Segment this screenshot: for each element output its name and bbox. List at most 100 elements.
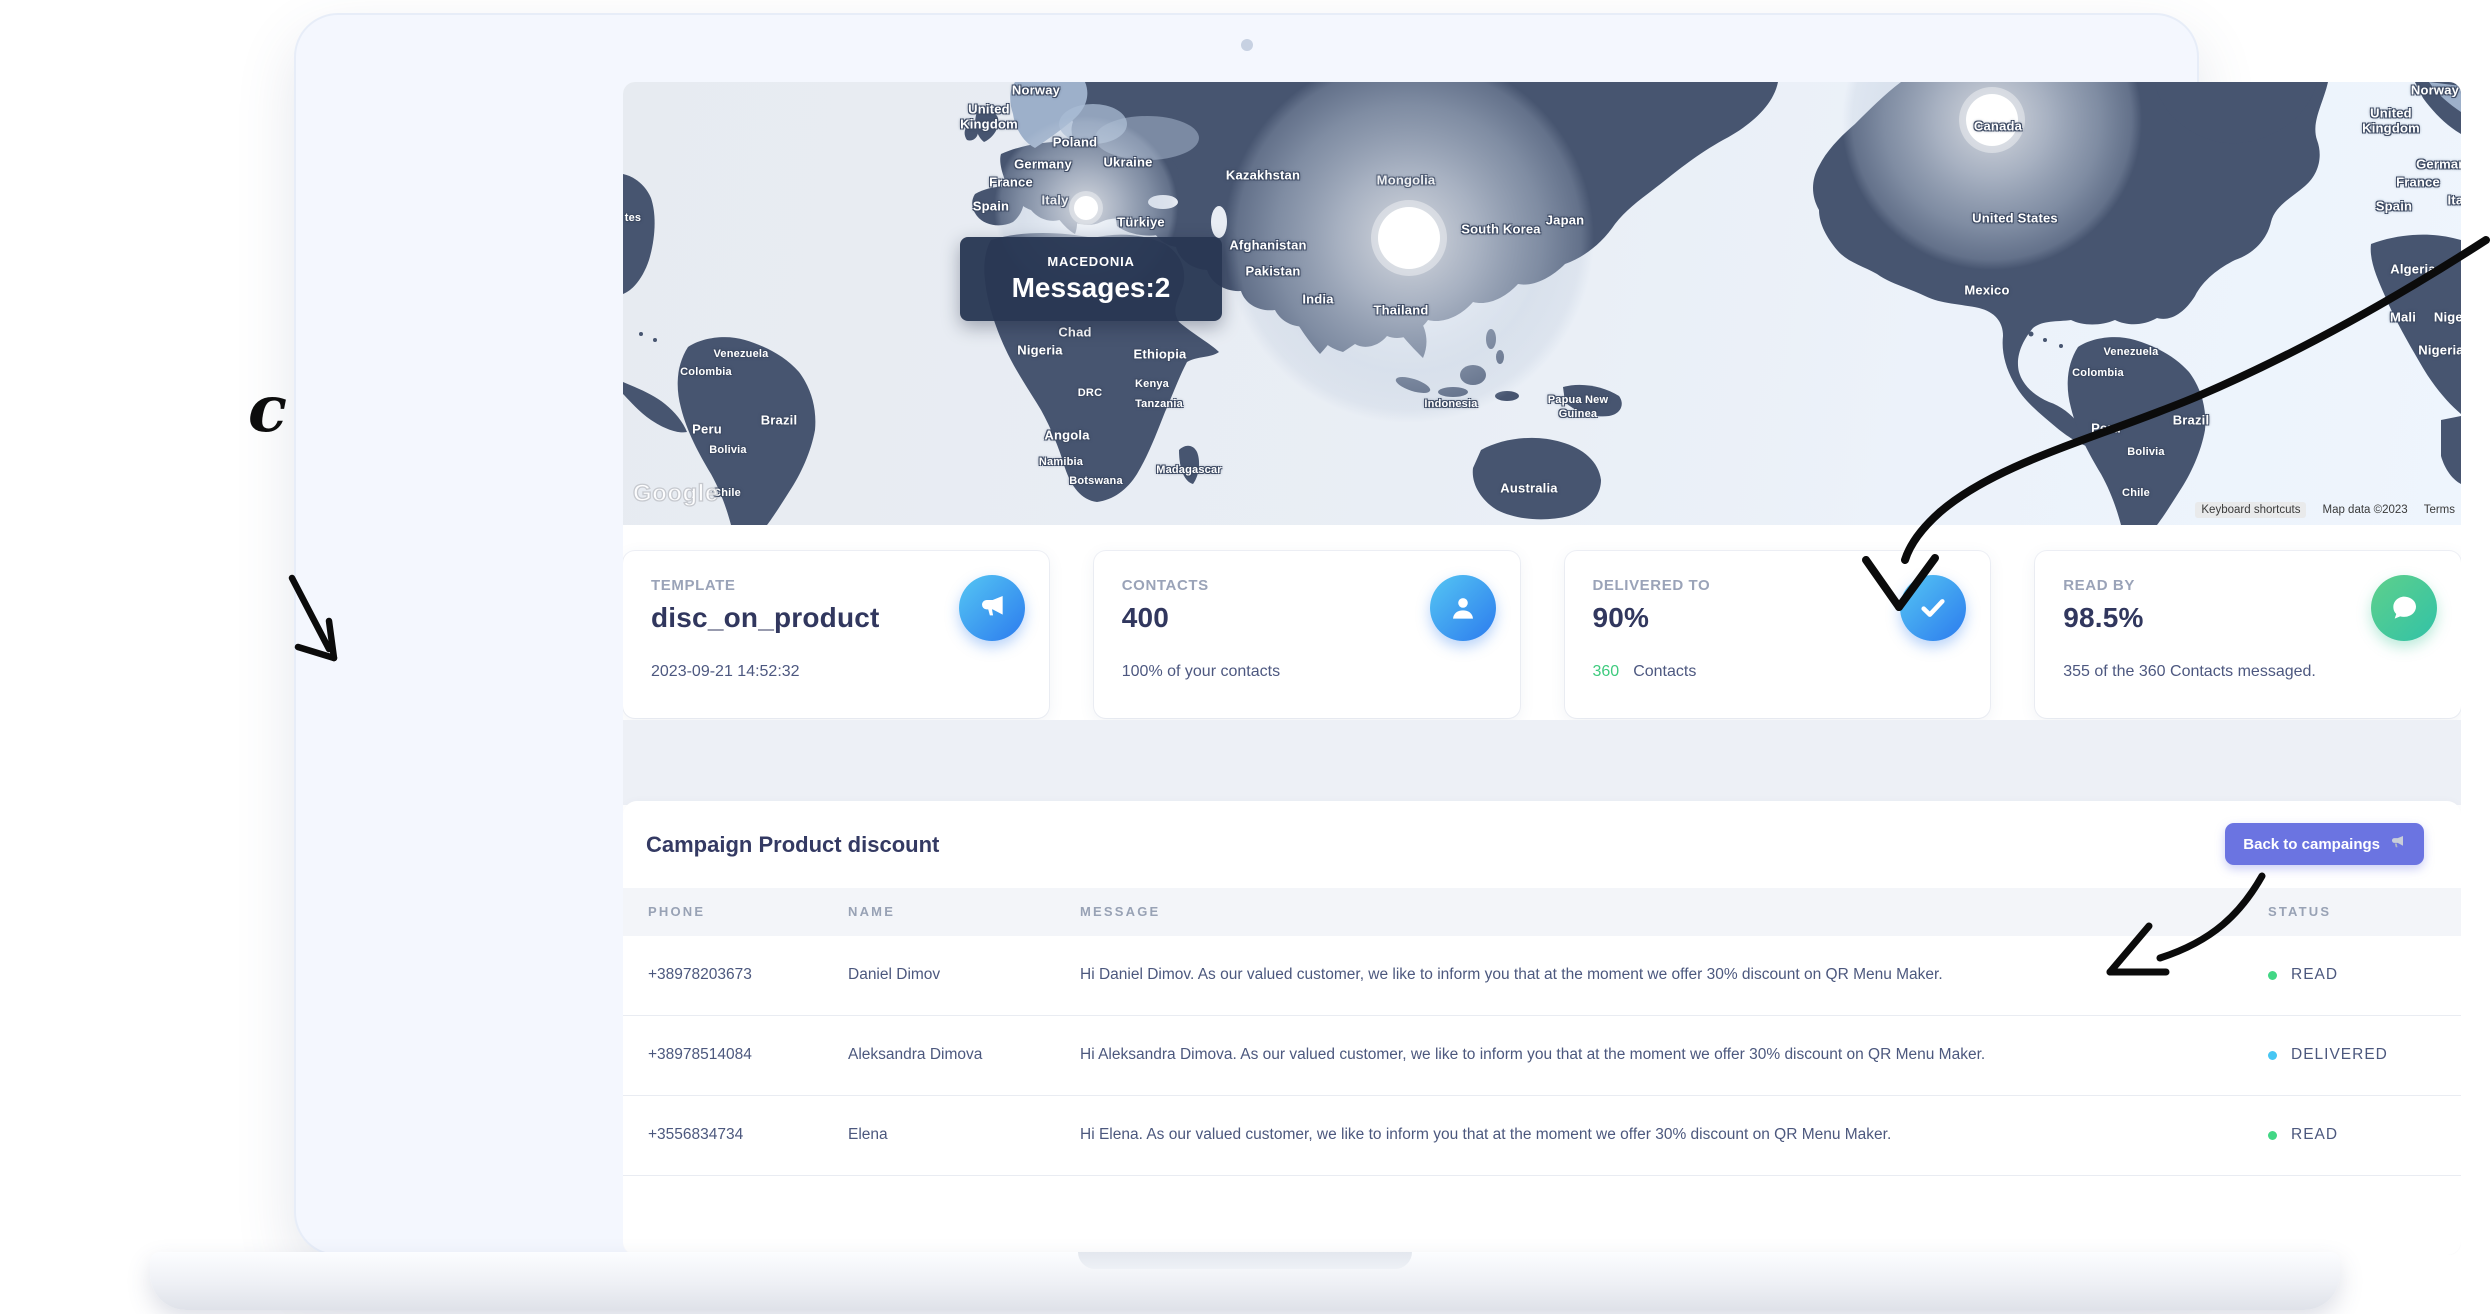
webcam-dot — [1241, 39, 1253, 51]
map-country-label: Japan — [1546, 213, 1585, 228]
cell-message: Hi Elena. As our valued customer, we lik… — [1080, 1126, 1891, 1144]
stat-subtext: 2023-09-21 14:52:32 — [651, 663, 800, 681]
handwritten-letter: c — [248, 372, 287, 447]
status-text: DELIVERED — [2291, 1046, 2388, 1064]
cell-phone: +38978203673 — [648, 966, 752, 984]
campaign-title: Campaign Product discount — [646, 832, 939, 858]
cell-message: Hi Daniel Dimov. As our valued customer,… — [1080, 966, 1943, 984]
cell-status: READ — [2268, 966, 2338, 984]
map-country-label: Kenya — [1135, 378, 1169, 390]
column-header-message: MESSAGE — [1080, 904, 1160, 919]
map-country-label: Mongolia — [1377, 173, 1436, 188]
cell-message: Hi Aleksandra Dimova. As our valued cust… — [1080, 1046, 1985, 1064]
status-text: READ — [2291, 1126, 2338, 1144]
map-country-label: Chad — [1058, 325, 1091, 340]
china-marker-dot[interactable] — [1378, 207, 1440, 269]
google-logo: Google — [633, 480, 719, 508]
map-country-label: Tanzania — [1135, 398, 1183, 410]
dashboard-screen: NorwayUnitedKingdomPolandGermanyUkraineF… — [623, 82, 2461, 1255]
map-country-label: Peru — [2091, 421, 2121, 436]
map-country-label: Spain — [973, 199, 1009, 214]
map-country-label: Peru — [692, 422, 722, 437]
check-icon — [1900, 575, 1966, 641]
column-header-name: NAME — [848, 904, 895, 919]
map-country-label: Ethiopia — [1134, 347, 1187, 362]
stat-card-contacts: CONTACTS 400 100% of your contacts — [1094, 551, 1520, 718]
map-country-label: Afghanistan — [1229, 238, 1306, 253]
stat-cards-row: TEMPLATE disc_on_product 2023-09-21 14:5… — [623, 551, 2461, 718]
laptop-base-notch — [1078, 1252, 1412, 1269]
map-attribution: Keyboard shortcuts Map data ©2023 Terms — [2195, 502, 2455, 518]
delivered-count: 360 — [1593, 663, 1620, 680]
map-country-label: United — [968, 102, 1010, 117]
map-country-label: Italy — [2447, 193, 2461, 208]
map-data-copyright: Map data ©2023 — [2322, 504, 2407, 516]
map-country-label: Venezuela — [2104, 346, 2159, 358]
campaign-header: Campaign Product discount Back to campai… — [623, 801, 2461, 888]
table-header-row: PHONE NAME MESSAGE STATUS — [623, 888, 2461, 936]
cell-status: READ — [2268, 1126, 2338, 1144]
cell-name: Elena — [848, 1126, 888, 1144]
map-country-label: Spain — [2376, 199, 2412, 214]
world-map[interactable]: NorwayUnitedKingdomPolandGermanyUkraineF… — [623, 82, 2461, 525]
laptop-frame: NorwayUnitedKingdomPolandGermanyUkraineF… — [294, 13, 2199, 1256]
table-row: +3556834734 Elena Hi Elena. As our value… — [623, 1096, 2461, 1176]
map-country-label: Madagascar — [1156, 464, 1222, 476]
map-tooltip: MACEDONIA Messages:2 — [960, 237, 1222, 321]
map-country-label: Bolivia — [2127, 446, 2164, 458]
map-country-label: Botswana — [1069, 475, 1123, 487]
cell-phone: +3556834734 — [648, 1126, 743, 1144]
campaign-panel: Campaign Product discount Back to campai… — [623, 801, 2461, 1255]
cell-name: Daniel Dimov — [848, 966, 940, 984]
cell-phone: +38978514084 — [648, 1046, 752, 1064]
map-country-label: Canada — [1974, 119, 2022, 134]
stat-card-template: TEMPLATE disc_on_product 2023-09-21 14:5… — [623, 551, 1049, 718]
keyboard-shortcuts-link[interactable]: Keyboard shortcuts — [2195, 502, 2306, 518]
map-country-label: DRC — [1078, 387, 1102, 399]
chat-bubble-icon — [2371, 575, 2437, 641]
map-country-label: Brazil — [761, 413, 798, 428]
map-country-label: Namibia — [1039, 456, 1083, 468]
map-country-label: Kingdom — [2362, 121, 2420, 136]
map-country-label: France — [989, 175, 1033, 190]
map-country-label: Bolivia — [709, 444, 746, 456]
map-country-label: Kazakhstan — [1226, 168, 1300, 183]
map-country-label: Ukraine — [1103, 155, 1152, 170]
map-country-label: tes — [625, 212, 642, 224]
stat-subtext: 355 of the 360 Contacts messaged. — [2063, 663, 2316, 681]
map-country-label: Nigeria — [1017, 343, 1062, 358]
map-country-label: Algeria — [2390, 262, 2435, 277]
map-country-label: Germany — [2416, 157, 2461, 172]
map-country-label: Norway — [2411, 83, 2459, 98]
map-country-label: Indonesia — [1424, 398, 1477, 410]
stat-card-delivered: DELIVERED TO 90% 360Contacts — [1565, 551, 1991, 718]
map-country-label: Venezuela — [714, 348, 769, 360]
section-divider-band — [623, 720, 2461, 805]
map-country-label: Mali — [2390, 310, 2416, 325]
table-row: +38978514084 Aleksandra Dimova Hi Aleksa… — [623, 1016, 2461, 1096]
delivered-label: Contacts — [1633, 663, 1696, 680]
status-text: READ — [2291, 966, 2338, 984]
terms-link[interactable]: Terms — [2424, 504, 2455, 516]
tooltip-country: MACEDONIA — [1047, 254, 1134, 269]
cell-name: Aleksandra Dimova — [848, 1046, 982, 1064]
status-dot — [2268, 971, 2277, 980]
status-dot — [2268, 1131, 2277, 1140]
megaphone-emoji-icon — [2388, 833, 2406, 855]
map-country-label: Chile — [2122, 487, 2150, 499]
column-header-status: STATUS — [2268, 904, 2331, 919]
map-country-label: Nigeria — [2418, 343, 2461, 358]
map-country-label: United States — [1972, 211, 2058, 226]
cell-status: DELIVERED — [2268, 1046, 2388, 1064]
map-country-label: Angola — [1044, 428, 1089, 443]
map-country-label: France — [2396, 175, 2440, 190]
map-country-label: Niger — [2434, 310, 2461, 325]
map-country-label: Germany — [1014, 157, 1072, 172]
back-to-campaigns-button[interactable]: Back to campaings — [2225, 823, 2424, 865]
tooltip-message-count: Messages:2 — [1012, 272, 1171, 304]
macedonia-marker-dot[interactable] — [1074, 196, 1098, 220]
map-country-label: Pakistan — [1245, 264, 1300, 279]
page: NorwayUnitedKingdomPolandGermanyUkraineF… — [0, 0, 2490, 1314]
map-country-label: Colombia — [2072, 367, 2124, 379]
map-country-label: Colombia — [680, 366, 732, 378]
